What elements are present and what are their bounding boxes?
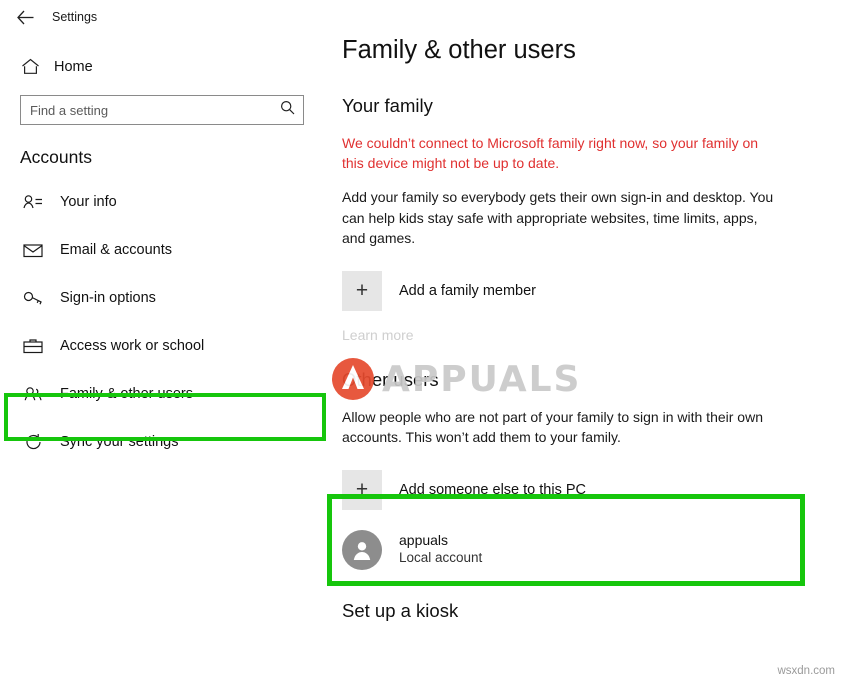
kiosk-heading: Set up a kiosk [342, 600, 815, 622]
page-title: Family & other users [342, 36, 815, 65]
sidebar-item-label: Email & accounts [60, 242, 172, 258]
window-title: Settings [52, 10, 97, 24]
user-avatar-icon [342, 530, 382, 570]
sidebar-item-label: Access work or school [60, 338, 204, 354]
add-family-member-label: Add a family member [399, 283, 536, 299]
sidebar-item-home[interactable]: Home [0, 48, 324, 85]
sidebar-item-your-info[interactable]: Your info [0, 178, 324, 226]
sidebar-item-label: Your info [60, 194, 117, 210]
plus-icon: + [342, 271, 382, 311]
sidebar-item-signin-options[interactable]: Sign-in options [0, 274, 324, 322]
sidebar: Settings Home Accounts [0, 0, 324, 683]
key-icon [22, 290, 44, 306]
corner-url-label: wsxdn.com [777, 665, 835, 677]
sidebar-item-label: Sync your settings [60, 434, 178, 450]
person-info-icon [22, 194, 44, 210]
sidebar-section-title: Accounts [0, 125, 324, 178]
sidebar-item-sync-settings[interactable]: Sync your settings [0, 418, 324, 466]
plus-icon: + [342, 470, 382, 510]
search-icon[interactable] [280, 100, 295, 120]
learn-more-link[interactable]: Learn more [342, 327, 815, 343]
settings-window: Settings Home Accounts [0, 0, 843, 683]
sidebar-item-email-accounts[interactable]: Email & accounts [0, 226, 324, 274]
section-spacer [342, 343, 815, 369]
add-someone-else-label: Add someone else to this PC [399, 482, 586, 498]
home-icon [20, 58, 40, 75]
search-input[interactable] [21, 96, 271, 124]
list-item-local-account[interactable]: appuals Local account [342, 530, 797, 570]
sidebar-nav: Your info Email & accounts [0, 178, 324, 466]
sidebar-item-label: Sign-in options [60, 290, 156, 306]
mail-icon [22, 243, 44, 258]
user-name: appuals [399, 532, 482, 550]
add-family-member-button[interactable]: + Add a family member [342, 265, 797, 317]
sidebar-home-label: Home [54, 59, 93, 75]
sidebar-item-label: Family & other users [60, 386, 193, 402]
title-bar: Settings [0, 0, 324, 34]
other-users-heading: Other users [342, 369, 815, 391]
sync-icon [22, 433, 44, 451]
your-family-description: Add your family so everybody gets their … [342, 187, 782, 249]
your-family-heading: Your family [342, 95, 815, 117]
add-someone-else-button[interactable]: + Add someone else to this PC [342, 464, 797, 516]
main-content: Family & other users Your family We coul… [324, 0, 843, 683]
people-icon [22, 386, 44, 402]
back-arrow-icon[interactable] [12, 4, 38, 30]
search-box[interactable] [20, 95, 304, 125]
briefcase-icon [22, 338, 44, 354]
other-users-description: Allow people who are not part of your fa… [342, 407, 782, 448]
user-meta: appuals Local account [399, 532, 482, 566]
sidebar-item-access-work-school[interactable]: Access work or school [0, 322, 324, 370]
sidebar-item-family-other-users[interactable]: Family & other users [0, 370, 324, 418]
user-account-type: Local account [399, 550, 482, 567]
family-connection-warning: We couldn’t connect to Microsoft family … [342, 133, 782, 173]
